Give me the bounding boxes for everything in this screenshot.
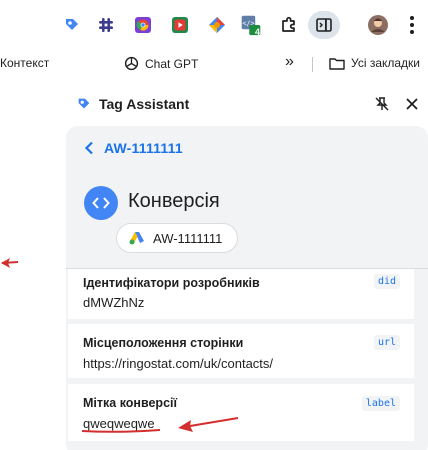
tag-assistant-icon[interactable] xyxy=(61,14,83,36)
row-value: https://ringostat.com/uk/contacts/ xyxy=(83,356,274,371)
side-panel-icon[interactable] xyxy=(308,11,340,39)
slack-icon[interactable] xyxy=(95,14,117,36)
folder-icon xyxy=(329,57,345,70)
youtube-extension-icon[interactable] xyxy=(169,14,191,36)
puzzle-icon[interactable] xyxy=(278,14,300,36)
google-ads-icon xyxy=(129,232,144,245)
conversion-title: Конверсія xyxy=(128,190,220,212)
openai-icon xyxy=(124,56,139,71)
bookmark-context-label: Контекст xyxy=(0,56,50,70)
all-bookmarks-label: Усі закладки xyxy=(351,56,421,70)
browser-toolbar: </> 4 xyxy=(0,0,428,50)
tag-assistant-logo-icon xyxy=(78,98,90,109)
annotation-arrow-left xyxy=(1,258,19,268)
row-tag: label xyxy=(361,396,400,411)
row-tag: did xyxy=(373,274,400,289)
profile-avatar[interactable] xyxy=(367,14,389,36)
side-panel-header: Tag Assistant xyxy=(68,92,428,118)
row-value: dMWZhNz xyxy=(83,295,145,310)
bookmark-context[interactable]: Контекст xyxy=(0,56,49,70)
chevron-left-icon xyxy=(84,141,93,155)
row-tag: url xyxy=(373,335,400,350)
back-label: AW-1111111 xyxy=(104,140,183,156)
bookmarks-divider xyxy=(312,57,313,72)
chrome-extension-icon[interactable] xyxy=(132,14,154,36)
chevron-double-icon: » xyxy=(285,53,294,70)
row-label: Мітка конверсії xyxy=(83,396,178,410)
list-item: Місцеположення сторінки url https://ring… xyxy=(68,324,414,378)
extension-badge: 4 xyxy=(255,27,261,37)
code-icon xyxy=(84,186,118,220)
bookmarks-bar: Контекст Chat GPT » Усі закладки xyxy=(0,50,428,78)
browser-window: </> 4 Контекст Chat GPT » Усі закладки T… xyxy=(0,0,428,450)
bookmark-chatgpt[interactable]: Chat GPT xyxy=(124,56,198,71)
account-chip[interactable]: AW-1111111 xyxy=(116,223,238,253)
code-extension-icon[interactable]: </> 4 xyxy=(240,14,262,37)
bookmark-chatgpt-label: Chat GPT xyxy=(145,56,199,71)
all-bookmarks-button[interactable]: Усі закладки xyxy=(329,56,420,70)
row-label: Місцеположення сторінки xyxy=(83,336,244,350)
account-chip-label: AW-1111111 xyxy=(153,230,223,246)
bookmarks-overflow-button[interactable]: » xyxy=(285,53,294,71)
more-icon[interactable] xyxy=(406,14,418,36)
list-item: Мітка конверсії label qweqweqwe xyxy=(68,384,414,441)
panel-title: Tag Assistant xyxy=(99,96,190,112)
list-item: Ідентифікатори розробників did dMWZhNz xyxy=(68,269,414,319)
colorful-extension-icon[interactable] xyxy=(206,14,228,36)
close-icon[interactable] xyxy=(406,98,418,110)
back-button[interactable]: AW-1111111 xyxy=(84,140,183,156)
row-value: qweqweqwe xyxy=(83,416,155,431)
unpin-icon[interactable] xyxy=(375,97,389,111)
row-label: Ідентифікатори розробників xyxy=(83,276,260,290)
